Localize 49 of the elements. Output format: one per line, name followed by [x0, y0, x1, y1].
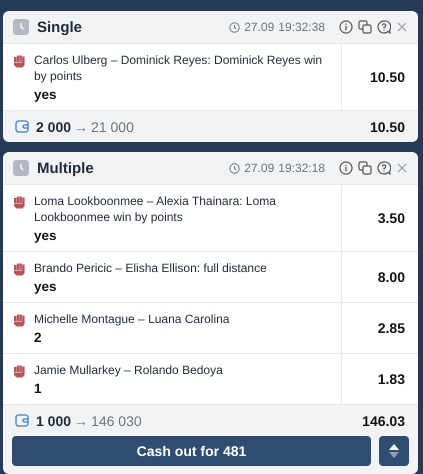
bet-title: Single	[37, 18, 84, 36]
event-name: Brando Pericic – Elisha Ellison: full distance	[34, 260, 267, 276]
event-name: Jamie Mullarkey – Rolando Bedoya	[34, 362, 223, 378]
bet-date: 27.09	[244, 20, 274, 34]
stake: 2 000	[36, 118, 72, 134]
outcome: yes	[34, 87, 58, 102]
cash-out-button[interactable]: Cash out for 481	[12, 436, 371, 466]
sort-button[interactable]	[379, 436, 409, 466]
help-icon[interactable]	[377, 161, 391, 175]
bet-time: 19:32:38	[278, 20, 325, 34]
event-name: Michelle Montague – Luana Carolina	[34, 311, 230, 327]
odds: 3.50	[376, 209, 406, 228]
odds: 1.83	[376, 370, 406, 389]
payout: 21 000	[91, 118, 134, 134]
fist-icon	[13, 195, 26, 209]
help-icon[interactable]	[377, 20, 391, 34]
outcome: yes	[34, 279, 58, 294]
bet-time: 19:32:18	[278, 161, 325, 175]
arrow: →	[74, 412, 88, 428]
odds: 2.85	[376, 319, 406, 338]
outcome: 2	[34, 330, 43, 345]
outcome: yes	[34, 228, 58, 243]
total-odds: 146.03	[362, 412, 405, 428]
outcome: 1	[34, 381, 43, 396]
sort-icon	[388, 442, 400, 460]
info-icon[interactable]	[339, 161, 353, 175]
clock-icon	[13, 160, 29, 176]
fist-icon	[13, 54, 26, 68]
clock-icon	[13, 19, 29, 35]
stake: 1 000	[36, 412, 72, 428]
clock-icon	[229, 162, 240, 174]
odds: 10.50	[368, 68, 406, 87]
odds: 8.00	[376, 268, 406, 287]
wallet-icon	[15, 414, 29, 427]
event-name: Loma Lookboonmee – Alexia Thainara: Loma Lookboonmee win by points	[34, 193, 277, 225]
arrow: →	[74, 118, 88, 134]
wallet-icon	[15, 120, 29, 133]
payout: 146 030	[91, 412, 142, 428]
info-icon[interactable]	[339, 20, 353, 34]
clock-icon	[229, 22, 240, 32]
event-name: Carlos Ulberg – Dominick Reyes: Dominick Reyes win by points	[34, 52, 324, 84]
copy-icon[interactable]	[358, 20, 372, 34]
fist-icon	[13, 364, 26, 378]
fist-icon	[13, 262, 26, 276]
bet-date: 27.09	[244, 161, 274, 175]
total-odds: 10.50	[370, 118, 405, 134]
copy-icon[interactable]	[358, 161, 372, 175]
fist-icon	[13, 313, 26, 327]
bet-title: Multiple	[37, 160, 95, 176]
